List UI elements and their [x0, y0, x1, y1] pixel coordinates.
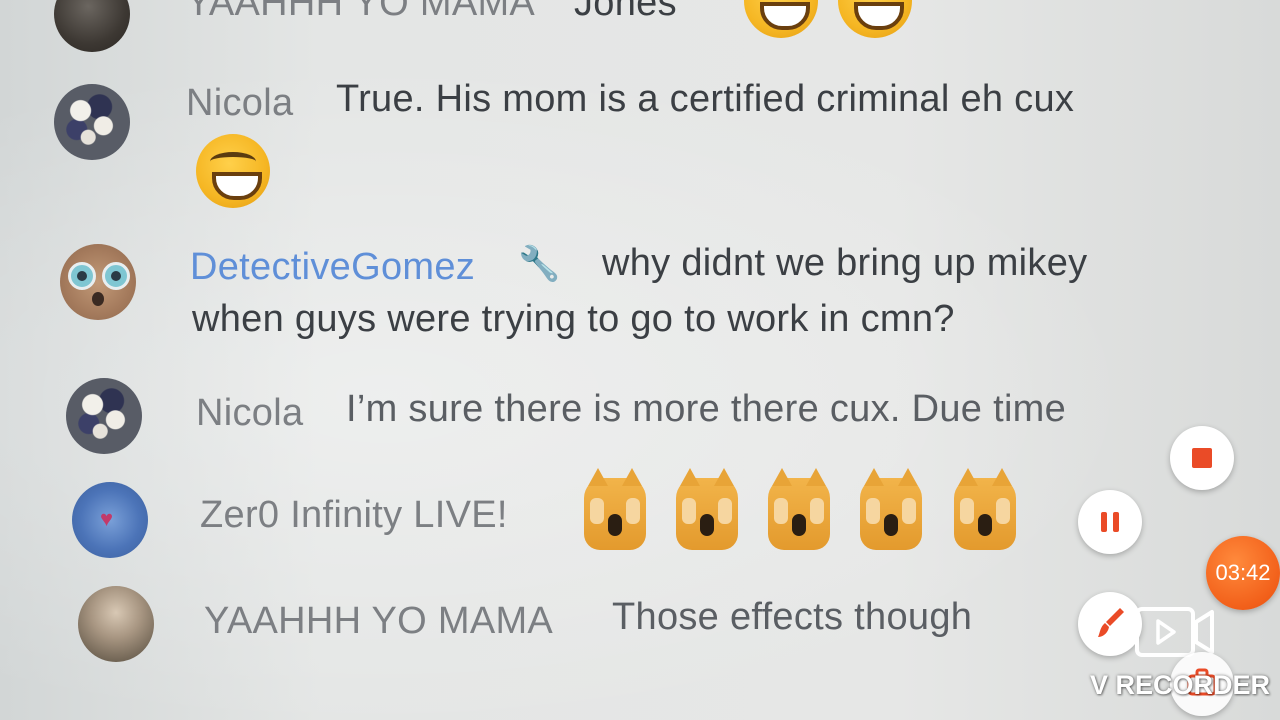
avatar[interactable] — [78, 586, 154, 662]
chat-username[interactable]: Nicola — [186, 82, 293, 125]
weary-cat-emoji-icon — [584, 468, 646, 550]
laughing-face-emoji-icon — [196, 134, 270, 208]
avatar[interactable] — [66, 378, 142, 454]
wrench-icon: 🔧 — [518, 245, 561, 283]
chat-username[interactable]: DetectiveGomez — [190, 246, 475, 289]
chat-message-text: Those effects though — [612, 596, 973, 638]
v-recorder-logo: V RECORDER — [1090, 670, 1271, 700]
chat-message-text: I’m sure there is more there cux. Due ti… — [346, 388, 1067, 430]
chat-message-text: Jones — [574, 0, 677, 24]
chat-username[interactable]: Zer0 Infinity LIVE! — [200, 494, 508, 537]
brush-tool-button[interactable] — [1078, 592, 1142, 656]
laughing-face-emoji-icon — [838, 0, 912, 38]
laughing-face-emoji-icon — [744, 0, 818, 38]
chat-message-text: why didnt we bring up mikey — [602, 242, 1088, 284]
avatar[interactable] — [60, 244, 136, 320]
weary-cat-emoji-icon — [860, 468, 922, 550]
weary-cat-emoji-icon — [954, 468, 1016, 550]
weary-cat-emoji-icon — [768, 468, 830, 550]
paintbrush-icon — [1098, 608, 1124, 637]
chat-message-text: when guys were trying to go to work in c… — [192, 298, 955, 340]
stop-recording-button[interactable] — [1170, 426, 1234, 490]
pause-recording-button[interactable] — [1078, 490, 1142, 554]
chat-username[interactable]: YAAHHH YO MAMA — [186, 0, 535, 25]
avatar[interactable]: ♥ — [72, 482, 148, 558]
avatar[interactable] — [54, 84, 130, 160]
chat-screen: YAAHHH YO MAMA Jones Nicola True. His mo… — [0, 0, 1280, 720]
chat-message-text: True. His mom is a certified criminal eh… — [336, 78, 1075, 120]
stop-icon — [1192, 448, 1212, 468]
chat-username[interactable]: YAAHHH YO MAMA — [204, 600, 553, 643]
recording-timer[interactable]: 03:42 — [1206, 536, 1280, 610]
avatar[interactable] — [54, 0, 130, 52]
chat-username[interactable]: Nicola — [196, 392, 303, 435]
weary-cat-emoji-icon — [676, 468, 738, 550]
